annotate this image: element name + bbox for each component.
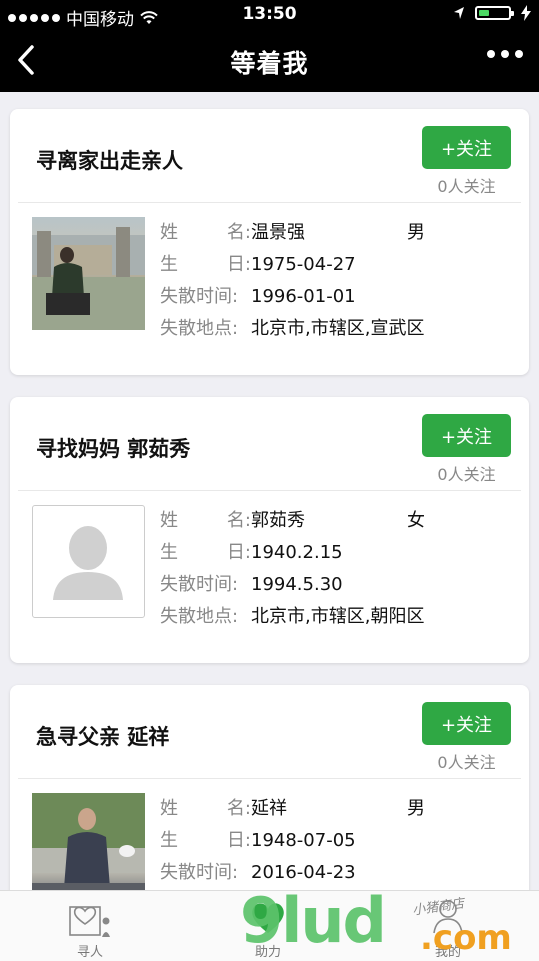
follow-button[interactable]: +关注: [422, 126, 511, 169]
birth-label: 生日:: [160, 254, 251, 275]
follow-count: 0人关注: [437, 465, 496, 484]
lost-time-row: 失散时间: 1996-01-01: [160, 281, 424, 313]
lost-place: 北京市,市辖区,朝阳区: [251, 606, 425, 627]
card-title: 急寻父亲 延祥: [36, 725, 170, 749]
lost-place-label: 失散地点:: [160, 318, 239, 339]
more-dot-icon: [501, 50, 509, 58]
person-name: 延祥: [251, 798, 287, 819]
person-photo[interactable]: [32, 217, 145, 330]
person-gender: 男: [407, 798, 425, 819]
name-row: 姓名: 温景强 男: [160, 217, 425, 249]
birth-date: 1975-04-27: [251, 254, 356, 275]
person-heart-icon: [69, 906, 110, 937]
card-header: 寻离家出走亲人 +关注 0人关注: [18, 109, 521, 203]
follow-button[interactable]: +关注: [422, 702, 511, 745]
charging-bolt-icon: [521, 5, 531, 21]
follow-count: 0人关注: [437, 177, 496, 196]
tab-label: 寻人: [76, 945, 103, 960]
lost-time-label: 失散时间:: [160, 286, 239, 307]
birth-row: 生日: 1975-04-27: [160, 249, 424, 281]
more-dot-icon: [487, 50, 495, 58]
person-details: 姓名: 郭茹秀 女 生日: 1940.2.15 失散时间: 1994.5.30 …: [160, 505, 425, 633]
name-row: 姓名: 延祥 男: [160, 793, 425, 825]
notice-card[interactable]: 寻找妈妈 郭茹秀 +关注 0人关注 姓名: 郭茹秀 女 生日: 1940.2.1…: [10, 397, 529, 663]
lost-time-label: 失散时间:: [160, 862, 239, 883]
location-arrow-icon: [454, 7, 464, 19]
person-details: 姓名: 延祥 男 生日: 1948-07-05 失散时间: 2016-04-23: [160, 793, 425, 889]
lost-time: 1996-01-01: [251, 286, 356, 307]
lost-time-label: 失散时间:: [160, 574, 239, 595]
tab-find-person[interactable]: 寻人: [30, 891, 150, 961]
more-dot-icon: [515, 50, 523, 58]
person-photo[interactable]: [32, 793, 145, 890]
notice-card[interactable]: 急寻父亲 延祥 +关注 0人关注 姓名: 延祥 男 生日: 1948-07-05…: [10, 685, 529, 890]
name-label: 姓名:: [160, 798, 251, 819]
watermark-domain: .com: [420, 918, 512, 958]
search-notice-list[interactable]: 寻离家出走亲人 +关注 0人关注 姓名: 温景强 男 生日: 1975-04-2…: [0, 92, 539, 890]
birth-label: 生日:: [160, 542, 251, 563]
birth-row: 生日: 1940.2.15: [160, 537, 424, 569]
lost-time-row: 失散时间: 1994.5.30: [160, 569, 424, 601]
card-title: 寻找妈妈 郭茹秀: [36, 437, 191, 461]
notice-card[interactable]: 寻离家出走亲人 +关注 0人关注 姓名: 温景强 男 生日: 1975-04-2…: [10, 109, 529, 375]
person-name: 郭茹秀: [251, 510, 305, 531]
default-avatar-icon: [53, 526, 123, 600]
status-bar: 中国移动 13:50: [0, 0, 539, 30]
lost-place: 北京市,市辖区,宣武区: [251, 318, 425, 339]
birth-date: 1940.2.15: [251, 542, 343, 563]
photo-image: [32, 227, 145, 330]
nav-bar: 等着我: [0, 30, 539, 92]
person-gender: 男: [407, 222, 425, 243]
follow-button[interactable]: +关注: [422, 414, 511, 457]
name-label: 姓名:: [160, 222, 251, 243]
more-options-button[interactable]: [487, 50, 523, 58]
person-name: 温景强: [251, 222, 305, 243]
lost-time: 1994.5.30: [251, 574, 343, 595]
page-title: 等着我: [230, 49, 309, 78]
person-details: 姓名: 温景强 男 生日: 1975-04-27 失散时间: 1996-01-0…: [160, 217, 425, 345]
name-label: 姓名:: [160, 510, 251, 531]
lost-place-row: 失散地点: 北京市,市辖区,宣武区: [160, 313, 424, 345]
photo-image: [32, 793, 145, 890]
card-header: 寻找妈妈 郭茹秀 +关注 0人关注: [18, 397, 521, 491]
card-header: 急寻父亲 延祥 +关注 0人关注: [18, 685, 521, 779]
status-icons: [453, 5, 531, 21]
birth-row: 生日: 1948-07-05: [160, 825, 356, 857]
person-gender: 女: [407, 510, 425, 531]
watermark-logo: 9lud: [240, 884, 387, 957]
lost-place-label: 失散地点:: [160, 606, 239, 627]
person-photo-placeholder[interactable]: [32, 505, 145, 618]
card-title: 寻离家出走亲人: [36, 149, 183, 173]
birth-label: 生日:: [160, 830, 251, 851]
name-row: 姓名: 郭茹秀 女: [160, 505, 425, 537]
battery-icon: [475, 6, 514, 20]
lost-place-row: 失散地点: 北京市,市辖区,朝阳区: [160, 601, 424, 633]
follow-count: 0人关注: [437, 753, 496, 772]
birth-date: 1948-07-05: [251, 830, 356, 851]
